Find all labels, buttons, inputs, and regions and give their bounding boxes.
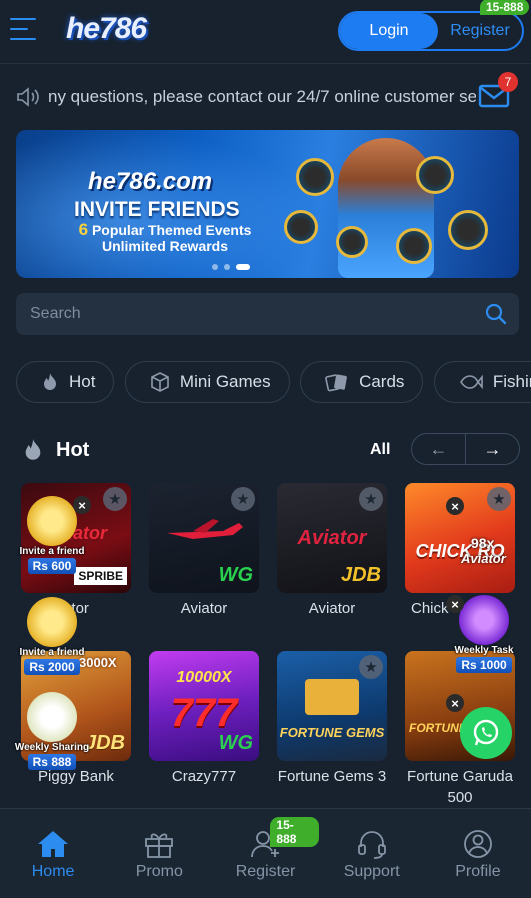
fish-icon [459,374,483,390]
bottom-navigation: Home Promo Register 15-888 Support Profi… [0,808,531,898]
provider-logo: WG [218,732,253,754]
treasure-chest-icon [305,679,359,715]
gift-icon [145,833,174,858]
category-fishing[interactable]: Fishin [433,361,531,403]
site-logo[interactable]: he786 [66,12,147,46]
provider-logo: WG [218,564,253,586]
favorite-star-icon[interactable]: ★ [231,487,255,511]
game-name: Fortune Gems 3 [277,768,387,785]
section-title: Hot [56,439,90,461]
register-bonus-badge: 15-888 [480,0,530,15]
weekly-sharing-widget[interactable]: Weekly Sharing Rs 888 [10,692,94,771]
category-cards[interactable]: Cards [300,361,424,403]
search-box[interactable]: Search [16,293,519,335]
search-icon[interactable] [485,303,507,325]
next-page-button[interactable]: → [466,434,519,464]
game-name: Crazy777 [171,768,237,785]
game-name: Aviator [308,600,356,617]
mail-count-badge: 7 [498,72,518,92]
nav-support[interactable]: Support [319,809,425,898]
speaker-icon [17,87,39,107]
category-tabs: Hot Mini Games Cards Fishin [16,361,531,403]
whatsapp-chat-button[interactable] [460,707,512,759]
register-bonus-badge: 15-888 [270,817,319,847]
view-all-link[interactable]: All [370,441,390,459]
game-coin-icon [336,226,368,258]
game-coin-icon [448,210,488,250]
plane-icon [167,519,243,539]
game-coin-icon [416,156,454,194]
prev-page-button[interactable]: ← [412,434,466,464]
menu-icon[interactable] [10,18,36,42]
game-coin-icon [296,158,334,196]
flame-icon [44,373,56,390]
home-icon [38,831,69,857]
favorite-star-icon[interactable]: ★ [103,487,127,511]
flame-icon [25,439,41,460]
notice-bar: ny questions, please contact our 24/7 on… [0,78,531,116]
section-pager: ← → [411,433,520,465]
hot-section-header: Hot All ← → [22,432,522,468]
carousel-dots [212,264,250,270]
game-name: Aviator [180,600,228,617]
nav-promo[interactable]: Promo [106,809,212,898]
game-tile[interactable]: 10000X 777 WG [149,651,259,761]
nav-home[interactable]: Home [0,809,106,898]
whatsapp-icon [473,719,499,746]
prize-wheel-icon [27,692,77,742]
nav-profile[interactable]: Profile [425,809,531,898]
auth-buttons: Login Register [338,11,524,51]
gift-wheel-icon [27,496,77,546]
register-button[interactable]: Register [438,13,522,49]
category-hot[interactable]: Hot [16,361,115,403]
notice-text: ny questions, please contact our 24/7 on… [48,87,476,106]
close-icon[interactable]: × [446,497,464,515]
banner-title: INVITE FRIENDS [74,198,240,221]
gift-wheel-icon [27,597,77,647]
invite-friend-widget[interactable]: Invite a friend Rs 2000 [10,597,94,676]
close-icon[interactable]: × [446,595,464,613]
favorite-star-icon[interactable]: ★ [359,655,383,679]
profile-icon [464,830,492,858]
game-coin-icon [284,210,318,244]
cube-icon [151,372,169,392]
category-mini-games[interactable]: Mini Games [124,361,290,403]
prize-wheel-icon [459,595,509,645]
close-icon[interactable]: × [73,496,91,514]
banner-subtitle: 6 Popular Themed Events Unlimited Reward… [78,220,252,254]
favorite-star-icon[interactable]: ★ [359,487,383,511]
game-name: Fortune Garuda 500 [407,768,513,806]
headset-icon [357,831,386,859]
search-placeholder: Search [30,305,81,322]
cards-icon [325,374,347,392]
top-header: he786 Login Register 15-888 [0,0,531,64]
favorite-star-icon[interactable]: ★ [487,487,511,511]
game-coin-icon [396,228,432,264]
nav-register[interactable]: Register 15-888 [212,809,319,898]
login-button[interactable]: Login [340,13,438,49]
close-icon[interactable]: × [446,694,464,712]
promo-banner[interactable]: he786.com INVITE FRIENDS 6 Popular Theme… [16,130,519,278]
provider-logo: JDB [340,564,381,586]
banner-logo: he786.com [88,168,213,195]
